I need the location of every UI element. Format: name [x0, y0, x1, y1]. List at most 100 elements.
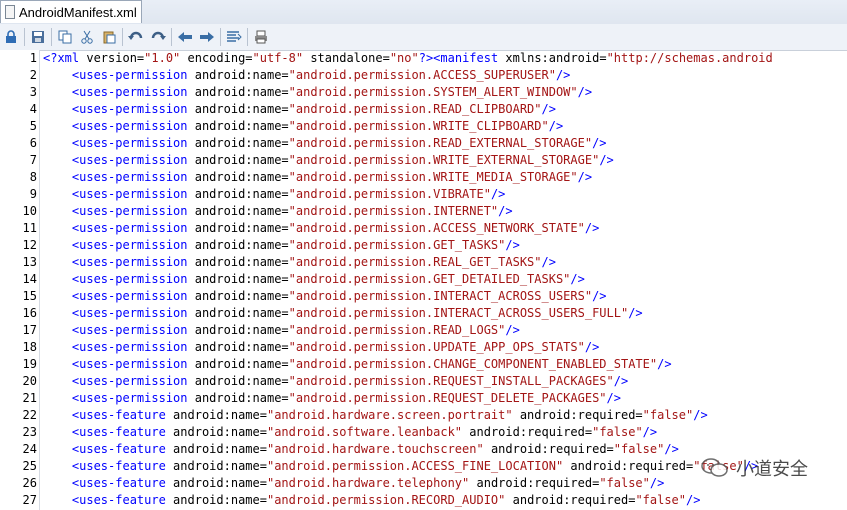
code-token: "android.permission.WRITE_CLIPBOARD" — [288, 119, 549, 133]
line-code: <uses-permission android:name="android.p… — [43, 356, 672, 373]
code-token: "android.permission.REAL_GET_TASKS" — [288, 255, 542, 269]
code-line: 4 <uses-permission android:name="android… — [0, 101, 847, 118]
line-number: 20 — [22, 374, 37, 388]
code-token: android:name= — [194, 255, 289, 269]
code-token: /> — [505, 238, 520, 252]
code-line: 12 <uses-permission android:name="androi… — [0, 237, 847, 254]
code-token: "android.permission.GET_DETAILED_TASKS" — [288, 272, 571, 286]
line-code: <uses-feature android:name="android.hard… — [43, 475, 664, 492]
code-token: "false" — [642, 408, 694, 422]
lock-icon[interactable] — [0, 26, 22, 48]
code-token: /> — [577, 170, 593, 184]
code-token: /> — [584, 221, 600, 235]
tab-androidmanifest[interactable]: AndroidManifest.xml — [0, 0, 142, 23]
line-number: 12 — [22, 238, 37, 252]
print-icon[interactable] — [250, 26, 272, 48]
line-number: 9 — [29, 187, 37, 201]
paste-icon[interactable] — [98, 26, 120, 48]
line-code: <uses-permission android:name="android.p… — [43, 288, 607, 305]
code-token: "android.permission.UPDATE_APP_OPS_STATS… — [288, 340, 585, 354]
code-token: <uses-permission — [43, 68, 195, 82]
line-code: <uses-permission android:name="android.p… — [43, 322, 520, 339]
code-token: "android.permission.INTERACT_ACROSS_USER… — [288, 306, 629, 320]
code-token: /> — [628, 306, 643, 320]
code-token: /> — [657, 357, 672, 371]
line-code: <uses-permission android:name="android.p… — [43, 186, 506, 203]
code-token: android:name= — [194, 102, 289, 116]
code-token: /> — [693, 408, 708, 422]
line-number: 18 — [22, 340, 37, 354]
code-line: 9 <uses-permission android:name="android… — [0, 186, 847, 203]
line-code: <uses-feature android:name="android.hard… — [43, 441, 679, 458]
line-number: 6 — [29, 136, 37, 150]
code-line: 23 <uses-feature android:name="android.s… — [0, 424, 847, 441]
code-token: <uses-permission — [43, 136, 195, 150]
line-number: 11 — [22, 221, 37, 235]
code-line: 6 <uses-permission android:name="android… — [0, 135, 847, 152]
line-number: 7 — [29, 153, 37, 167]
line-code: <uses-feature android:name="android.perm… — [43, 458, 758, 475]
watermark: 小道安全 — [700, 450, 840, 486]
format-icon[interactable] — [223, 26, 245, 48]
line-number: 3 — [29, 85, 37, 99]
toolbar-separator — [171, 28, 172, 46]
code-token: "android.permission.RECORD_AUDIO" — [266, 493, 506, 507]
code-token: <uses-permission — [43, 221, 195, 235]
code-token: <uses-permission — [43, 255, 195, 269]
forward-icon[interactable] — [196, 26, 218, 48]
code-token: /> — [613, 374, 629, 388]
code-token: android:name= — [173, 408, 267, 422]
code-token: android:name= — [194, 306, 289, 320]
line-number: 10 — [22, 204, 37, 218]
code-token: "android.software.leanback" — [266, 425, 463, 439]
code-token: android:name= — [173, 493, 267, 507]
line-code: <uses-permission android:name="android.p… — [43, 203, 513, 220]
code-token: "utf-8" — [252, 51, 304, 65]
cut-icon[interactable] — [76, 26, 98, 48]
code-token: <uses-feature — [43, 425, 174, 439]
code-line: 2 <uses-permission android:name="android… — [0, 67, 847, 84]
line-code: <uses-permission android:name="android.p… — [43, 220, 599, 237]
code-editor[interactable]: 1 <?xml version="1.0" encoding="utf-8" st… — [0, 50, 847, 510]
code-token: android:name= — [194, 221, 289, 235]
redo-icon[interactable] — [147, 26, 169, 48]
line-number: 23 — [22, 425, 37, 439]
line-number: 4 — [29, 102, 37, 116]
code-line: 17 <uses-permission android:name="androi… — [0, 322, 847, 339]
code-token: /> — [570, 272, 585, 286]
code-token: /> — [541, 102, 556, 116]
undo-icon[interactable] — [125, 26, 147, 48]
code-token: android:required= — [483, 442, 614, 456]
code-token: android:name= — [194, 119, 289, 133]
code-line: 14 <uses-permission android:name="androi… — [0, 271, 847, 288]
copy-icon[interactable] — [54, 26, 76, 48]
code-token: /> — [649, 476, 665, 490]
code-token: android:name= — [194, 357, 289, 371]
code-token: <uses-feature — [43, 408, 174, 422]
save-icon[interactable] — [27, 26, 49, 48]
code-token: "android.hardware.telephony" — [266, 476, 470, 490]
line-number: 19 — [22, 357, 37, 371]
line-code: <uses-permission android:name="android.p… — [43, 101, 556, 118]
line-number: 14 — [22, 272, 37, 286]
code-line: 20 <uses-permission android:name="androi… — [0, 373, 847, 390]
line-number: 13 — [22, 255, 37, 269]
code-token: <uses-permission — [43, 119, 195, 133]
code-token: android:name= — [194, 204, 289, 218]
code-token: <uses-feature — [43, 476, 174, 490]
tab-title: AndroidManifest.xml — [19, 4, 137, 20]
line-number: 27 — [22, 493, 37, 507]
code-token: android:name= — [194, 187, 289, 201]
code-token: "1.0" — [144, 51, 181, 65]
code-token: "false" — [592, 425, 643, 439]
line-number: 17 — [22, 323, 37, 337]
back-icon[interactable] — [174, 26, 196, 48]
code-line: 13 <uses-permission android:name="androi… — [0, 254, 847, 271]
code-token: /> — [606, 391, 621, 405]
code-token: /> — [577, 85, 593, 99]
code-token: android:name= — [194, 289, 289, 303]
code-token: <uses-permission — [43, 170, 195, 184]
line-code: <uses-feature android:name="android.hard… — [43, 407, 708, 424]
line-number: 16 — [22, 306, 37, 320]
tab-bar: AndroidManifest.xml — [0, 0, 847, 25]
